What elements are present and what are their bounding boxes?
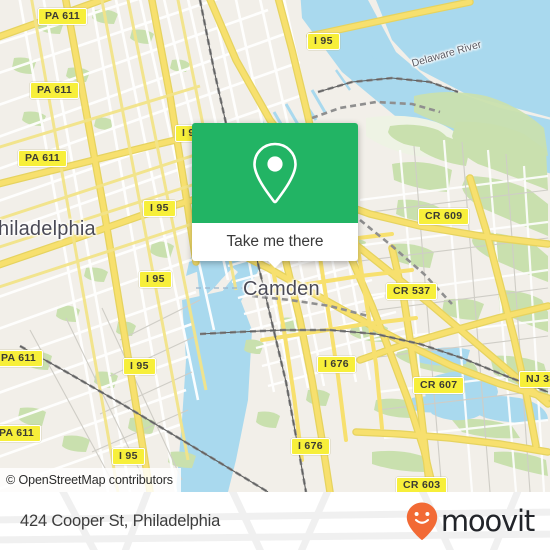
moovit-pin-smile-icon [406,502,438,540]
callout-image-panel [192,123,358,223]
road-shield: I 95 [143,200,176,217]
road-shield: I 676 [291,438,330,455]
road-shield: I 95 [307,33,340,50]
moovit-wordmark: moovit [440,503,535,538]
road-shield: CR 603 [396,477,448,492]
take-me-there-label: Take me there [226,233,324,250]
road-shield: PA 611 [0,350,44,367]
city-label: hiladelphia [0,218,96,240]
road-shield: CR 609 [418,208,470,225]
road-shield: PA 611 [18,150,68,167]
city-label: Camden [243,278,320,300]
road-shield: CR 607 [413,377,465,394]
map-screenshot: PA 611 I 95 PA 611 I 95 PA 611 I 95 CR 609 I 95… [0,0,550,550]
road-shield: I 95 [112,448,145,465]
road-shield: I 95 [123,358,156,375]
road-shield: PA 611 [38,8,88,25]
bottom-info-bar: 424 Cooper St, Philadelphia moovit [0,492,550,550]
moovit-logo[interactable]: moovit [405,501,535,541]
road-shield: PA 611 [0,425,42,442]
road-shield: I 676 [317,356,356,373]
osm-attribution-text: © OpenStreetMap contributors [6,473,173,487]
map-pin-icon [253,142,297,204]
road-shield: PA 611 [30,82,80,99]
osm-attribution: © OpenStreetMap contributors [0,468,181,492]
location-callout[interactable]: Take me there [192,123,358,268]
road-shield: CR 537 [386,283,438,300]
road-shield: NJ 38 [519,371,550,388]
callout-action-bar[interactable]: Take me there [192,223,358,268]
callout-pointer [267,260,283,268]
road-shield: I 95 [139,271,172,288]
address-label: 424 Cooper St, Philadelphia [20,511,221,530]
